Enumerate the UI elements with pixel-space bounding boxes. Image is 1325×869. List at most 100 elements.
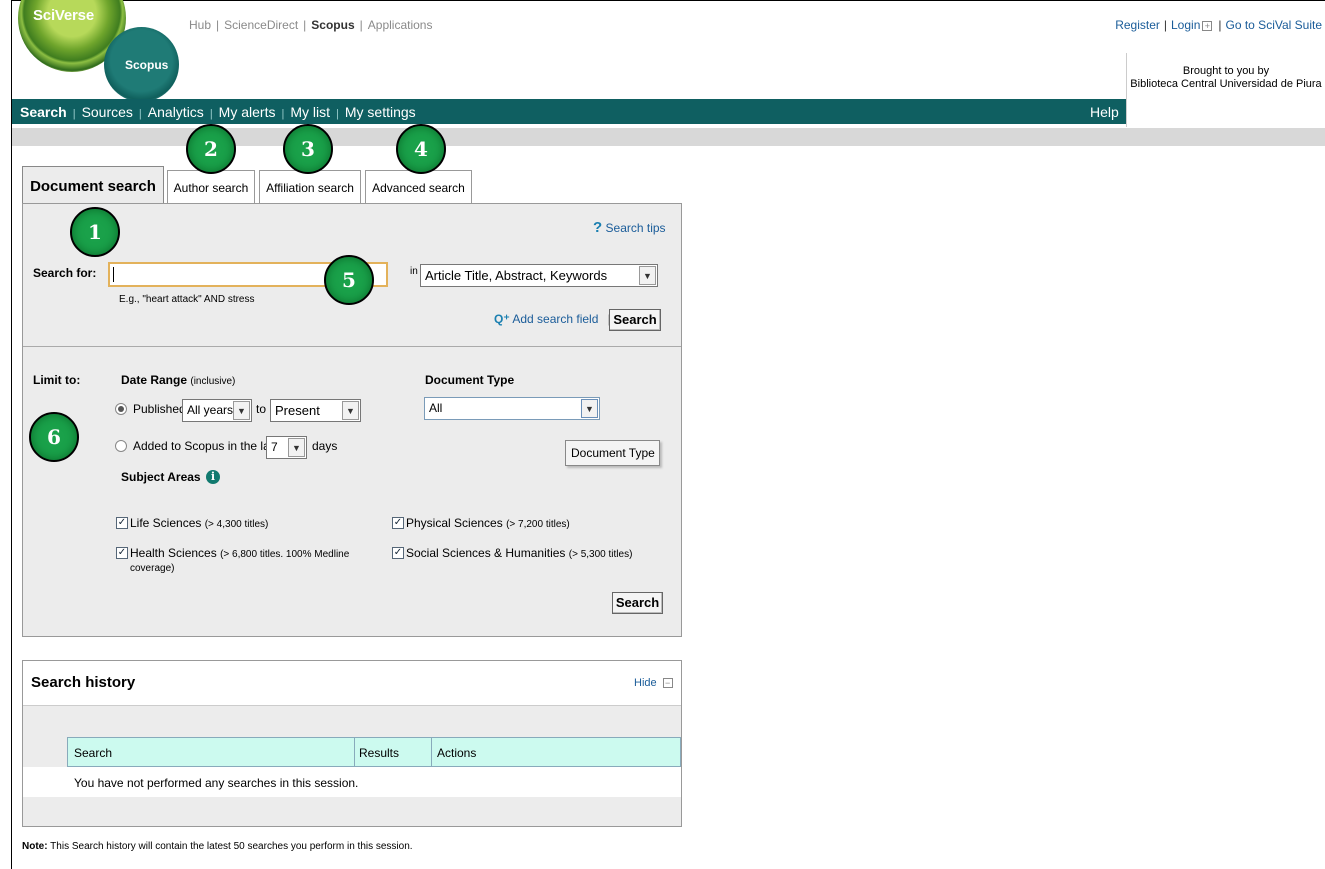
chevron-down-icon[interactable]: ▼ — [639, 266, 656, 285]
physical-sciences-name: Physical Sciences — [406, 516, 503, 530]
date-range-label: Date Range — [121, 373, 188, 387]
to-year-value: Present — [275, 403, 320, 418]
days-select[interactable]: 7 ▼ — [266, 436, 307, 459]
search-for-label: Search for: — [33, 266, 97, 280]
marker-6: 6 — [29, 412, 79, 462]
column-divider — [431, 737, 432, 767]
brought-by-label: Brought to you by — [1182, 65, 1270, 77]
institution-name: Biblioteca Central Universidad de Piura — [1130, 78, 1322, 90]
nav-my-list[interactable]: My list — [290, 104, 330, 120]
in-label: in — [410, 266, 418, 277]
physical-sciences-checkbox[interactable]: ✓ — [392, 517, 404, 529]
search-field-select[interactable]: Article Title, Abstract, Keywords ▼ — [420, 264, 658, 287]
sciverse-logo-text: SciVerse — [33, 7, 94, 24]
health-sciences-detail: (> 6,800 titles. 100% Medline — [220, 549, 350, 560]
institution-box: Brought to you by Biblioteca Central Uni… — [1126, 53, 1325, 127]
info-icon[interactable]: i — [206, 470, 220, 484]
add-search-icon: Q⁺ — [494, 312, 510, 326]
social-sciences-detail: (> 5,300 titles) — [568, 549, 633, 560]
help-link[interactable]: Help — [1090, 104, 1119, 120]
history-empty-message: You have not performed any searches in t… — [74, 776, 359, 790]
expand-icon[interactable]: + — [1202, 20, 1213, 31]
document-type-select[interactable]: All ▼ — [424, 397, 600, 420]
nav-my-settings[interactable]: My settings — [345, 104, 416, 120]
panel-divider — [23, 346, 681, 347]
scival-link[interactable]: Go to SciVal Suite — [1226, 18, 1323, 32]
column-divider — [354, 737, 355, 767]
tab-affiliation-search[interactable]: Affiliation search — [259, 170, 361, 203]
chevron-down-icon[interactable]: ▼ — [288, 438, 305, 457]
inclusive-label: (inclusive) — [190, 376, 236, 387]
nav-sources[interactable]: Sources — [82, 104, 133, 120]
marker-5: 5 — [324, 255, 374, 305]
life-sciences-label: Life Sciences (> 4,300 titles) — [130, 516, 268, 530]
applications-link[interactable]: Applications — [368, 18, 433, 32]
register-link[interactable]: Register — [1115, 18, 1160, 32]
social-sciences-checkbox[interactable]: ✓ — [392, 547, 404, 559]
history-note: Note: This Search history will contain t… — [22, 841, 413, 852]
nav-my-alerts[interactable]: My alerts — [219, 104, 276, 120]
help-icon: ? — [593, 219, 603, 236]
marker-4: 4 — [396, 124, 446, 174]
login-link[interactable]: Login — [1171, 18, 1200, 32]
tab-author-search[interactable]: Author search — [167, 170, 255, 203]
marker-3: 3 — [283, 124, 333, 174]
search-tips-label: Search tips — [605, 221, 666, 235]
document-type-label: Document Type — [425, 373, 515, 387]
scopus-logo-text: Scopus — [125, 58, 169, 72]
chevron-down-icon[interactable]: ▼ — [342, 401, 359, 420]
subject-areas-label: Subject Areas — [121, 470, 201, 484]
add-search-field[interactable]: Q⁺ Add search field | — [494, 312, 611, 326]
from-year-value: All years — [187, 403, 234, 417]
health-sciences-label: Health Sciences (> 6,800 titles. 100% Me… — [130, 546, 349, 560]
to-label: to — [256, 402, 267, 416]
life-sciences-checkbox[interactable]: ✓ — [116, 517, 128, 529]
page-frame-top — [11, 0, 1325, 1]
social-sciences-name: Social Sciences & Humanities — [406, 546, 566, 560]
nav-analytics[interactable]: Analytics — [148, 104, 204, 120]
limit-to-label: Limit to: — [33, 373, 81, 387]
chevron-down-icon[interactable]: ▼ — [233, 401, 250, 420]
added-radio[interactable] — [115, 440, 127, 452]
to-year-select[interactable]: Present ▼ — [270, 399, 361, 422]
sciencedirect-link[interactable]: ScienceDirect — [224, 18, 298, 32]
hide-label: Hide — [634, 677, 657, 689]
date-range-heading: Date Range (inclusive) — [121, 373, 235, 387]
life-sciences-detail: (> 4,300 titles) — [204, 519, 269, 530]
from-year-select[interactable]: All years ▼ — [182, 399, 252, 422]
marker-1: 1 — [70, 207, 120, 257]
physical-sciences-label: Physical Sciences (> 7,200 titles) — [406, 516, 570, 530]
physical-sciences-detail: (> 7,200 titles) — [506, 519, 570, 530]
published-radio[interactable] — [115, 403, 127, 415]
search-history-title: Search history — [31, 674, 136, 691]
platform-links: Hub | ScienceDirect | Scopus | Applications — [189, 18, 433, 32]
column-search: Search — [74, 746, 113, 760]
hub-link[interactable]: Hub — [189, 18, 211, 32]
scopus-link[interactable]: Scopus — [311, 18, 354, 32]
social-sciences-label: Social Sciences & Humanities (> 5,300 ti… — [406, 546, 632, 560]
chevron-down-icon[interactable]: ▼ — [581, 399, 598, 418]
search-button-top[interactable]: Search — [609, 309, 661, 331]
health-sciences-detail-2: coverage) — [130, 563, 175, 574]
search-field-value: Article Title, Abstract, Keywords — [425, 268, 608, 283]
tab-document-search[interactable]: Document search — [22, 166, 164, 204]
published-label: Published — [133, 402, 186, 416]
life-sciences-name: Life Sciences — [130, 516, 202, 530]
main-nav: Search | Sources | Analytics | My alerts | My li… — [20, 104, 416, 120]
text-cursor — [113, 267, 114, 282]
nav-search[interactable]: Search — [20, 104, 67, 120]
hide-link[interactable]: Hide − — [634, 677, 675, 689]
add-search-field-label: Add search field — [512, 312, 599, 326]
days-label: days — [312, 439, 338, 453]
marker-2: 2 — [186, 124, 236, 174]
column-results: Results — [359, 746, 400, 760]
account-links: Register | Login + | Go to SciVal Suite — [1115, 18, 1322, 32]
document-type-tooltip: Document Type — [565, 440, 660, 466]
note-label: Note: — [22, 841, 48, 852]
health-sciences-checkbox[interactable]: ✓ — [116, 547, 128, 559]
collapse-icon: − — [662, 678, 673, 689]
health-sciences-name: Health Sciences — [130, 546, 217, 560]
search-button-bottom[interactable]: Search — [612, 592, 663, 614]
search-tips-link[interactable]: ? Search tips — [593, 219, 666, 236]
tab-advanced-search[interactable]: Advanced search — [365, 170, 472, 203]
